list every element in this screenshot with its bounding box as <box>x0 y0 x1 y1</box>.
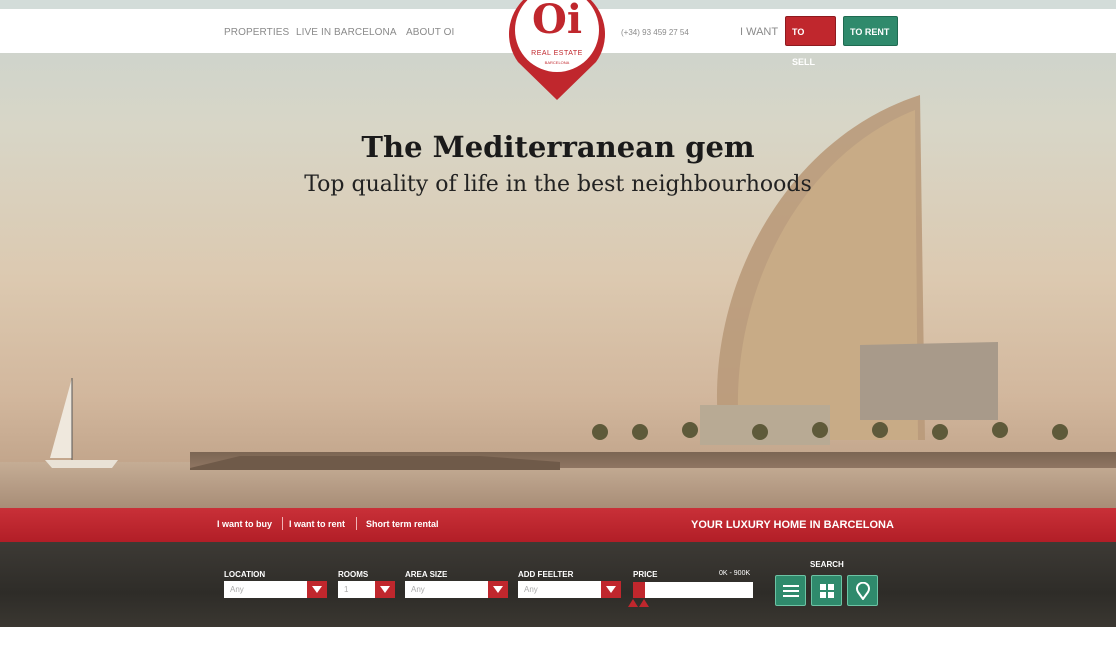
rooms-label: ROOMS <box>338 570 369 579</box>
logo-mark: Oi <box>531 0 583 43</box>
tab-rent[interactable]: I want to rent <box>289 519 345 529</box>
i-want-label: I WANT <box>740 26 779 38</box>
tab-divider <box>356 517 357 530</box>
tab-buy[interactable]: I want to buy <box>217 519 272 529</box>
tab-divider <box>282 517 283 530</box>
tagline: YOUR LUXURY HOME IN BARCELONA <box>691 519 894 531</box>
oi-logo[interactable]: Oi REAL ESTATE BARCELONA <box>504 0 610 104</box>
nav-link-properties[interactable]: PROPERTIES <box>224 27 289 38</box>
nav-link-live-in-barcelona[interactable]: LIVE IN BARCELONA <box>296 27 397 38</box>
area-size-label: AREA SIZE <box>405 570 448 579</box>
location-value: Any <box>230 585 244 594</box>
search-label: SEARCH <box>810 560 844 569</box>
add-filter-value: Any <box>524 585 538 594</box>
list-view-button[interactable] <box>775 575 806 606</box>
price-slider-fill <box>633 582 645 598</box>
rooms-select[interactable]: 1 <box>338 581 395 598</box>
search-bar: LOCATION Any ROOMS 1 AREA SIZE Any ADD F… <box>0 542 1116 627</box>
logo-line-1: REAL ESTATE <box>531 50 583 57</box>
grid-view-icon <box>820 584 834 598</box>
rooms-value: 1 <box>344 585 349 594</box>
price-range: 0K - 900K <box>719 570 751 577</box>
map-pin-icon <box>856 582 870 600</box>
to-sell-button[interactable]: TO SELL <box>785 16 836 67</box>
chevron-down-icon <box>488 581 508 598</box>
logo-line-2: BARCELONA <box>544 60 570 65</box>
chevron-down-icon <box>307 581 327 598</box>
add-filter-label: ADD FEELTER <box>518 570 574 579</box>
to-rent-button[interactable]: TO RENT <box>843 16 898 46</box>
map-view-button[interactable] <box>847 575 878 606</box>
price-max-handle[interactable] <box>639 599 649 607</box>
chevron-down-icon <box>375 581 395 598</box>
nav-link-about-oi[interactable]: ABOUT OI <box>406 27 454 38</box>
hero-title: The Mediterranean gem <box>361 130 755 164</box>
phone-number: (+34) 93 459 27 54 <box>621 28 689 37</box>
list-view-icon <box>783 585 799 597</box>
location-label: LOCATION <box>224 570 266 579</box>
area-size-value: Any <box>411 585 425 594</box>
price-slider-track[interactable] <box>633 582 753 598</box>
price-label: PRICE <box>633 570 658 579</box>
tab-bar: I want to buy I want to rent Short term … <box>0 508 1116 542</box>
location-select[interactable]: Any <box>224 581 327 598</box>
tab-short-term[interactable]: Short term rental <box>366 519 439 529</box>
add-filter-select[interactable]: Any <box>518 581 621 598</box>
area-size-select[interactable]: Any <box>405 581 508 598</box>
chevron-down-icon <box>601 581 621 598</box>
price-min-handle[interactable] <box>628 599 638 607</box>
grid-view-button[interactable] <box>811 575 842 606</box>
hero-subtitle: Top quality of life in the best neighbou… <box>304 172 812 197</box>
